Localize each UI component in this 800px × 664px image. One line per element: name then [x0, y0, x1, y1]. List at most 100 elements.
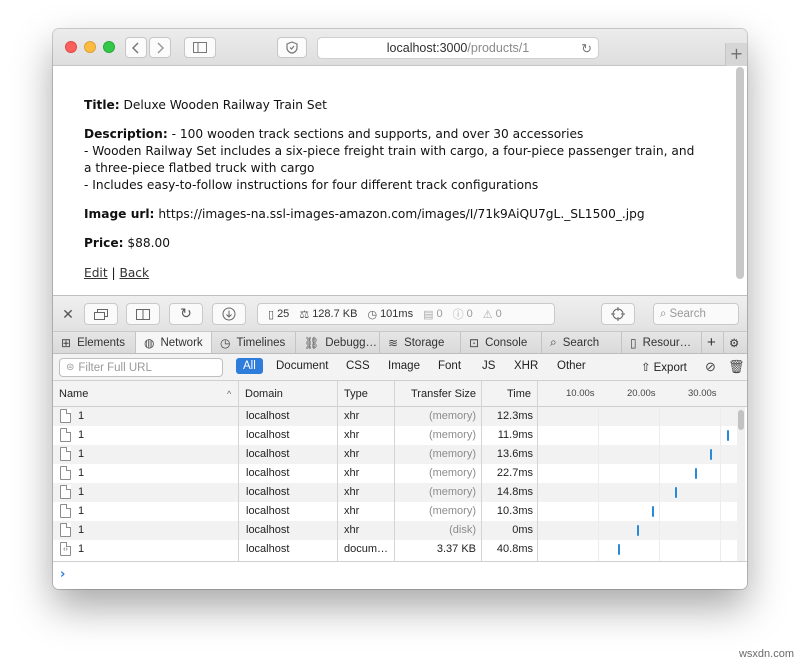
disable-cache-icon[interactable]: ⊘: [705, 359, 716, 375]
privacy-report-button[interactable]: [277, 37, 307, 58]
table-scrollbar-thumb[interactable]: [738, 410, 744, 430]
filter-other[interactable]: Other: [557, 360, 586, 372]
table-row[interactable]: 1 localhost xhr (memory) 22.7ms: [53, 464, 739, 483]
column-type[interactable]: Type: [344, 381, 368, 407]
transfer-size[interactable]: ⚖ 128.7 KB: [299, 308, 357, 321]
shield-icon: [286, 41, 298, 54]
filter-all[interactable]: All: [236, 358, 263, 374]
load-time[interactable]: ◷ 101ms: [367, 308, 413, 321]
table-row[interactable]: 1 localhost xhr (memory) 14.8ms: [53, 483, 739, 502]
row-type: xhr: [344, 524, 360, 536]
log-icon: ▤: [423, 308, 434, 321]
column-name[interactable]: Name: [59, 381, 88, 407]
tab-elements[interactable]: ⊞ Elements: [53, 332, 136, 353]
tab-storage[interactable]: ≋ Storage: [380, 332, 461, 353]
error-icon: ⓘ: [452, 309, 464, 321]
filter-image[interactable]: Image: [388, 360, 420, 372]
back-button[interactable]: [125, 37, 147, 58]
address-bar[interactable]: localhost:3000/products/1 ↻: [317, 37, 599, 59]
description-line: - Wooden Railway Set includes a six-piec…: [84, 144, 695, 158]
devtools-search-input[interactable]: ⌕ Search: [653, 303, 739, 325]
filter-font[interactable]: Font: [438, 360, 461, 372]
file-icon: [60, 466, 71, 480]
document-icon: ‹›: [60, 542, 71, 556]
row-domain: localhost: [246, 410, 290, 422]
row-name: 1: [78, 410, 85, 422]
inspect-element-button[interactable]: [601, 303, 635, 325]
table-row[interactable]: 1 localhost xhr (memory) 12.3ms: [53, 407, 739, 426]
resource-count[interactable]: ▯ 25: [268, 308, 289, 321]
tab-timelines[interactable]: ◷ Timelines: [212, 332, 296, 353]
log-count[interactable]: ▤ 0: [423, 308, 443, 321]
file-icon: [60, 523, 71, 537]
export-button[interactable]: ⇧ Export: [641, 360, 687, 374]
row-name: 1: [78, 467, 85, 479]
export-icon: ⇧: [641, 362, 651, 374]
tab-resources[interactable]: ▯ Resour…: [622, 332, 702, 353]
network-table-header: Name ^ Domain Type Transfer Size Time 10…: [53, 381, 747, 407]
row-transfer-size: (disk): [449, 524, 476, 536]
row-name: 1: [78, 524, 85, 536]
sort-ascending-icon[interactable]: ^: [227, 381, 231, 407]
elements-icon: ⊞: [61, 335, 72, 350]
table-row[interactable]: 1 localhost xhr (memory) 11.9ms: [53, 426, 739, 445]
minimize-window-button[interactable]: [84, 41, 96, 53]
table-row[interactable]: 1 localhost xhr (memory) 13.6ms: [53, 445, 739, 464]
settings-gear-icon[interactable]: ⚙: [724, 332, 747, 353]
filter-css[interactable]: CSS: [346, 360, 370, 372]
devtools-tab-bar: ⊞ Elements ◍ Network ◷ Timelines ⛓ Debugg… ≋…: [53, 332, 747, 354]
zoom-window-button[interactable]: [103, 41, 115, 53]
row-transfer-size: (memory): [428, 448, 476, 460]
column-domain[interactable]: Domain: [245, 381, 283, 407]
waterfall-bar: [694, 468, 697, 479]
dock-side-button[interactable]: [126, 303, 160, 325]
filter-document[interactable]: Document: [276, 360, 328, 372]
column-transfer-size[interactable]: Transfer Size: [411, 381, 476, 407]
row-type: xhr: [344, 505, 360, 517]
error-count[interactable]: ⓘ 0: [453, 306, 473, 322]
description-line: a three-piece flatbed truck with cargo: [84, 161, 315, 175]
title-value: Deluxe Wooden Railway Train Set: [123, 98, 327, 112]
table-row[interactable]: 1 localhost xhr (disk) 0ms: [53, 521, 739, 540]
table-row[interactable]: 1 localhost xhr (memory) 10.3ms: [53, 502, 739, 521]
tab-network[interactable]: ◍ Network: [136, 332, 212, 353]
table-row[interactable]: ‹› 1 localhost docum… 3.37 KB 40.8ms: [53, 540, 739, 559]
new-tab-button[interactable]: +: [725, 43, 747, 66]
row-domain: localhost: [246, 448, 290, 460]
filter-xhr[interactable]: XHR: [514, 360, 538, 372]
browser-window: localhost:3000/products/1 ↻ + Title: Del…: [53, 29, 747, 589]
row-time: 11.9ms: [497, 429, 533, 441]
trash-icon[interactable]: 🗑: [728, 359, 745, 375]
filter-js[interactable]: JS: [482, 360, 495, 372]
search-icon: ⌕: [550, 335, 557, 349]
file-icon: [60, 485, 71, 499]
close-devtools-icon[interactable]: ✕: [59, 304, 77, 326]
page-scrollbar[interactable]: [736, 67, 744, 279]
file-icon: [60, 447, 71, 461]
devtools-toolbar: ✕ ↻ ▯ 25 ⚖ 128.7 KB ◷ 101ms ▤ 0 ⓘ 0 ⚠ 0 ⌕ Sear…: [53, 295, 747, 332]
close-window-button[interactable]: [65, 41, 77, 53]
url-path: /products/1: [467, 41, 530, 55]
column-time[interactable]: Time: [507, 381, 531, 407]
back-link[interactable]: Back: [119, 266, 149, 280]
reload-page-button[interactable]: ↻: [169, 303, 203, 325]
edit-link[interactable]: Edit: [84, 266, 108, 280]
add-tab-icon[interactable]: +: [702, 332, 724, 353]
quick-console[interactable]: ›: [53, 561, 747, 589]
undock-button[interactable]: [84, 303, 118, 325]
filter-url-input[interactable]: ⊜ Filter Full URL: [59, 358, 223, 377]
forward-button[interactable]: [149, 37, 171, 58]
sidebar-toggle-button[interactable]: [184, 37, 216, 58]
tab-console[interactable]: ⊡ Console: [461, 332, 542, 353]
warning-count[interactable]: ⚠ 0: [483, 308, 502, 321]
timeline-tick: 20.00s: [627, 388, 656, 399]
row-transfer-size: (memory): [428, 486, 476, 498]
tab-search[interactable]: ⌕ Search: [542, 332, 622, 353]
sidebar-icon: [193, 42, 207, 53]
reload-icon[interactable]: ↻: [581, 41, 592, 57]
globe-icon: ◍: [144, 335, 155, 350]
tab-debugger[interactable]: ⛓ Debugg…: [296, 332, 380, 353]
download-button[interactable]: [212, 303, 246, 325]
row-type: xhr: [344, 448, 360, 460]
clock-icon: ◷: [367, 308, 378, 321]
